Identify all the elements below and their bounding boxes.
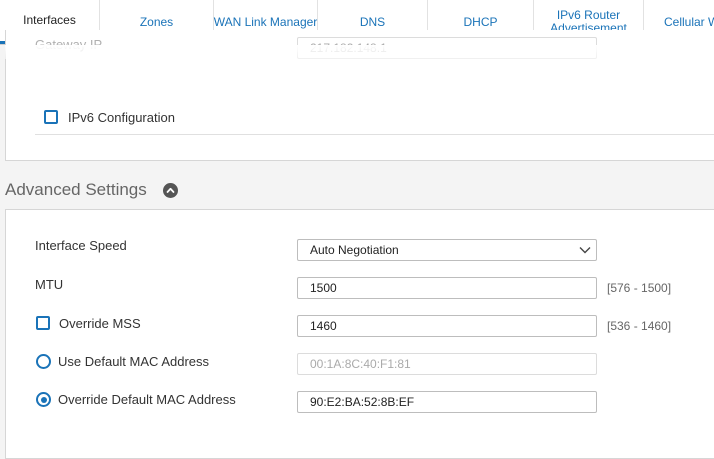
override-default-mac-radio[interactable] <box>36 392 51 407</box>
override-default-mac-label: Override Default MAC Address <box>58 392 236 407</box>
interface-speed-label: Interface Speed <box>35 238 127 253</box>
mss-range: [536 - 1460] <box>607 319 672 333</box>
ipv6-configuration-checkbox[interactable] <box>44 110 58 124</box>
default-mac-field: 00:1A:8C:40:F1:81 <box>297 353 597 375</box>
advanced-settings-title: Advanced Settings <box>5 180 147 199</box>
divider <box>35 134 714 135</box>
override-mss-checkbox[interactable] <box>36 316 50 330</box>
mtu-field[interactable]: 1500 <box>297 277 597 299</box>
interface-speed-value: Auto Negotiation <box>310 243 399 257</box>
interface-speed-select[interactable]: Auto Negotiation <box>297 239 597 261</box>
override-mss-label: Override MSS <box>59 316 141 331</box>
use-default-mac-label: Use Default MAC Address <box>58 354 210 369</box>
ipv6-configuration-label: IPv6 Configuration <box>68 110 175 125</box>
advanced-settings-panel: Interface Speed Auto Negotiation MTU 150… <box>5 209 714 459</box>
override-mac-field[interactable]: 90:E2:BA:52:8B:EF <box>297 391 597 413</box>
mtu-label: MTU <box>35 277 64 292</box>
scroll-fade <box>5 45 714 59</box>
mss-field[interactable]: 1460 <box>297 315 597 337</box>
chevron-down-icon <box>579 247 591 254</box>
use-default-mac-radio[interactable] <box>36 354 51 369</box>
collapse-up-icon[interactable] <box>163 183 178 198</box>
mtu-range: [576 - 1500] <box>607 281 672 295</box>
